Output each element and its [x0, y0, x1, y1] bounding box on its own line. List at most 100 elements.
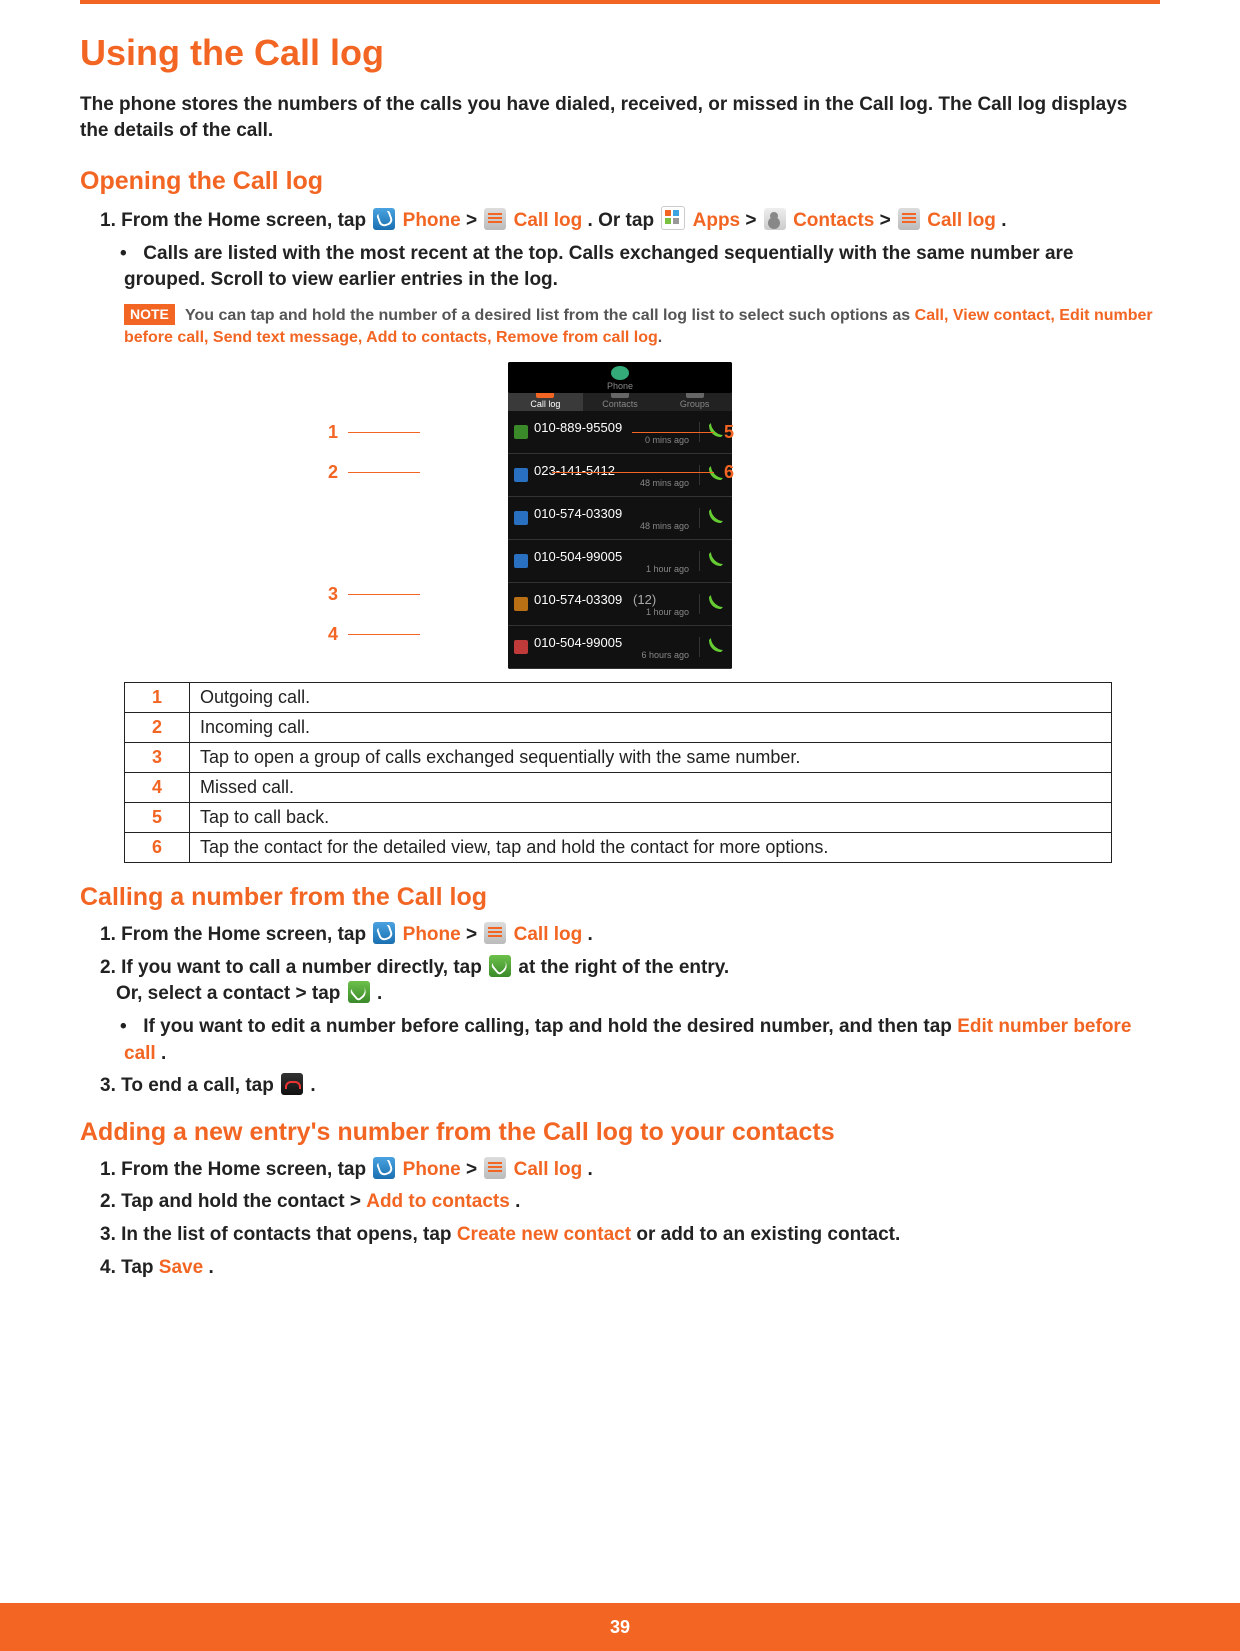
tab-label: Phone	[607, 381, 633, 391]
entry-main: 010-504-99005 6 hours ago	[534, 635, 695, 660]
note-text: You can tap and hold the number of a des…	[185, 307, 915, 324]
note: NOTE You can tap and hold the number of …	[124, 304, 1160, 348]
legend-desc: Tap the contact for the detailed view, t…	[190, 833, 1112, 863]
callout-4: 4	[328, 624, 420, 645]
callout-2: 2	[328, 462, 420, 483]
legend-desc: Incoming call.	[190, 713, 1112, 743]
text: Calls are listed with the most recent at…	[124, 243, 1073, 291]
period: .	[1001, 210, 1006, 231]
callout-line	[348, 472, 420, 473]
intro-text: The phone stores the numbers of the call…	[80, 92, 1160, 143]
table-row: 1Outgoing call.	[125, 683, 1112, 713]
call-back-icon	[699, 637, 728, 657]
text: 2. Tap and hold the contact >	[100, 1191, 366, 1212]
note-period: .	[658, 329, 662, 346]
table-row: 4Missed call.	[125, 773, 1112, 803]
adding-step-2: 2. Tap and hold the contact > Add to con…	[100, 1189, 1160, 1216]
table-row: 5Tap to call back.	[125, 803, 1112, 833]
callout-line	[348, 594, 420, 595]
gt2: >	[745, 210, 761, 231]
gt: >	[466, 210, 482, 231]
adding-step-3: 3. In the list of contacts that opens, t…	[100, 1222, 1160, 1249]
legend-desc: Outgoing call.	[190, 683, 1112, 713]
tab-label: Call log	[530, 399, 560, 409]
calllog-label: Call log	[514, 924, 583, 945]
text: 1. From the Home screen, tap	[100, 924, 371, 945]
calllog-icon	[484, 208, 506, 230]
calling-step-3: 3. To end a call, tap .	[100, 1073, 1160, 1100]
add-to-label: Add to contacts	[366, 1191, 510, 1212]
outgoing-icon	[514, 425, 528, 439]
calling-step-2: 2. If you want to call a number directly…	[100, 955, 1160, 1008]
heading-calling: Calling a number from the Call log	[80, 883, 1160, 912]
text: 3. In the list of contacts that opens, t…	[100, 1224, 457, 1245]
page-number: 39	[610, 1617, 630, 1637]
callout-5: 5	[632, 422, 734, 443]
calling-step-1: 1. From the Home screen, tap Phone > Cal…	[100, 922, 1160, 949]
callout-line	[348, 432, 420, 433]
legend-num: 6	[125, 833, 190, 863]
text: Or, select a contact > tap	[116, 983, 346, 1004]
calllog-label-2: Call log	[927, 210, 996, 231]
period: .	[377, 983, 382, 1004]
tab-label: Contacts	[602, 399, 638, 409]
phone-label: Phone	[403, 210, 461, 231]
callout-num: 5	[724, 422, 734, 443]
top-rule	[80, 0, 1160, 4]
incoming-icon	[514, 468, 528, 482]
entry-time: 48 mins ago	[534, 521, 695, 531]
entry-number: 010-574-03309	[534, 506, 695, 521]
manual-page: Using the Call log The phone stores the …	[0, 0, 1240, 1651]
gt: >	[466, 1159, 482, 1180]
phone-screenshot: ↺ ψ ⇵ 3G ▮▮▮ ◧ 3:22 PM Phone Call log Co…	[508, 362, 732, 669]
legend-table: 1Outgoing call. 2Incoming call. 3Tap to …	[124, 682, 1112, 863]
entry-number: 010-574-03309 (12)	[534, 592, 695, 607]
calllog-icon	[484, 922, 506, 944]
period: .	[515, 1191, 520, 1212]
tab-phone: Phone	[508, 362, 732, 393]
text: 2. If you want to call a number directly…	[100, 957, 487, 978]
callout-num: 4	[328, 624, 338, 645]
heading-opening: Opening the Call log	[80, 167, 1160, 196]
period: .	[208, 1257, 213, 1278]
text: 4. Tap	[100, 1257, 159, 1278]
calling-bullet: If you want to edit a number before call…	[124, 1014, 1160, 1067]
call-entries: 010-889-95509 0 mins ago 023-141-5412 48…	[508, 411, 732, 669]
entry-time: 1 hour ago	[534, 564, 695, 574]
save-label: Save	[159, 1257, 203, 1278]
apps-label: Apps	[693, 210, 741, 231]
note-badge: NOTE	[124, 304, 175, 325]
legend-num: 1	[125, 683, 190, 713]
group-icon	[514, 597, 528, 611]
period: .	[588, 924, 593, 945]
legend-desc: Missed call.	[190, 773, 1112, 803]
callout-6: 6	[552, 462, 734, 483]
phone-tab-icon	[611, 366, 629, 380]
phone-icon	[373, 208, 395, 230]
page-footer: 39	[0, 1603, 1240, 1651]
legend-num: 5	[125, 803, 190, 833]
open-bullet-1: Calls are listed with the most recent at…	[124, 241, 1160, 294]
call-entry: 010-574-03309 48 mins ago	[508, 497, 732, 540]
end-call-icon	[281, 1073, 303, 1095]
call-back-icon	[699, 508, 728, 528]
call-entry: 010-504-99005 1 hour ago	[508, 540, 732, 583]
text: 1. From the Home screen, tap	[100, 1159, 371, 1180]
phone-label: Phone	[403, 924, 461, 945]
tab-label: Groups	[680, 399, 710, 409]
phone-label: Phone	[403, 1159, 461, 1180]
phone-icon	[373, 922, 395, 944]
dial-icon	[489, 955, 511, 977]
calllog-label: Call log	[514, 210, 583, 231]
contacts-label: Contacts	[793, 210, 874, 231]
tab-bar: Phone Call log Contacts Groups	[508, 380, 732, 411]
entry-main: 010-574-03309 48 mins ago	[534, 506, 695, 531]
gt3: >	[880, 210, 896, 231]
callout-line	[632, 432, 714, 433]
period: .	[161, 1043, 166, 1064]
call-entry: 010-504-99005 6 hours ago	[508, 626, 732, 669]
calllog-icon	[484, 1157, 506, 1179]
table-row: 3Tap to open a group of calls exchanged …	[125, 743, 1112, 773]
calllog-icon-2	[898, 208, 920, 230]
entry-main: 010-504-99005 1 hour ago	[534, 549, 695, 574]
